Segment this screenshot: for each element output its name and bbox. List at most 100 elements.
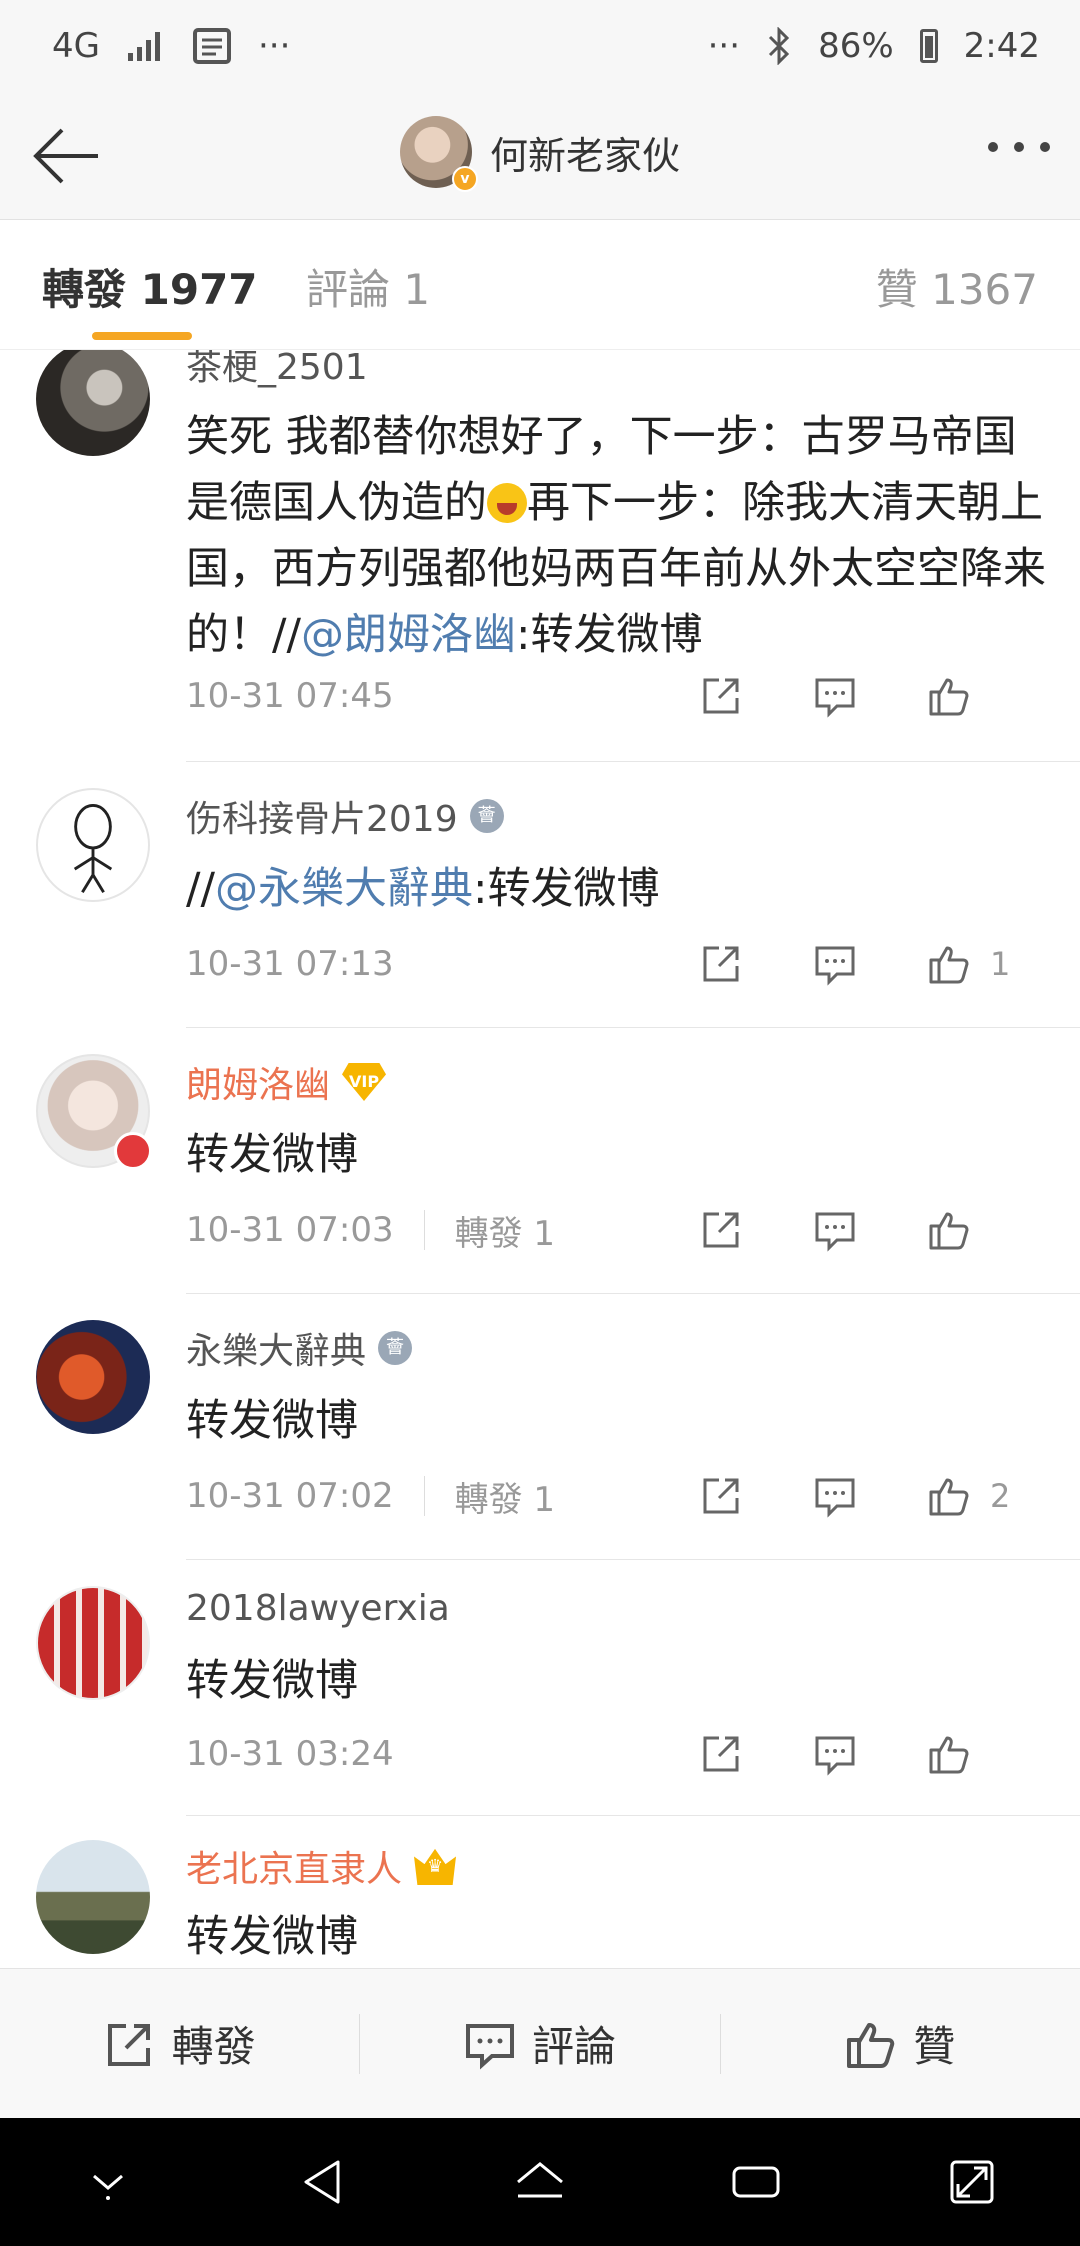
laughing-emoji-icon (487, 483, 527, 523)
share-icon[interactable] (694, 940, 748, 988)
repost-text: 转发微博 (186, 1130, 358, 1180)
vip-badge-icon: VIP (342, 1063, 387, 1101)
repost-button[interactable]: 轉發 (0, 1969, 359, 2118)
repost-list[interactable]: 茶梗_2501 笑死 我都替你想好了，下一步：古罗马帝国是德国人伪造的 再下一步：… (0, 350, 1080, 1968)
item-meta: 10-31 07:02 轉發 1 2 (186, 1472, 1050, 1520)
tab-like[interactable]: 贊 1367 (876, 256, 1038, 317)
hk-flag-badge-icon (114, 1132, 152, 1170)
signal-icon (127, 32, 160, 61)
repost-text: 转发微博 (186, 1656, 358, 1706)
list-item: 永樂大辭典薈 转发微博 10-31 07:02 轉發 1 2 (0, 1294, 1080, 1560)
item-meta: 10-31 03:24 (186, 1730, 1050, 1778)
system-nav-bar (0, 2118, 1080, 2246)
list-item: 老北京直隶人 ♛ 转发微博 (0, 1816, 1080, 1968)
comment-label: 評論 (531, 2022, 616, 2071)
home-nav-icon[interactable] (512, 2154, 568, 2210)
more-options-icon[interactable] (988, 142, 1050, 152)
battery-percent: 86% (818, 26, 894, 66)
like-label: 贊 (913, 2022, 956, 2071)
repost-icon (107, 2023, 150, 2066)
avatar[interactable] (36, 788, 150, 902)
item-actions: 2 (694, 1472, 1020, 1520)
like-icon (847, 2022, 895, 2068)
list-item: 朗姆洛幽 VIP 转发微博 10-31 07:03 轉發 1 (0, 1028, 1080, 1294)
comment-icon[interactable] (808, 940, 862, 988)
repost-label: 轉發 (171, 2022, 256, 2071)
like-icon[interactable] (922, 1472, 976, 1520)
item-actions (694, 1730, 1020, 1778)
list-item: 伤科接骨片2019 薈 //@永樂大辭典:转发微博 10-31 07:13 1 (0, 762, 1080, 1028)
like-icon[interactable] (922, 672, 976, 720)
medal-badge-icon: 薈 (378, 1331, 413, 1365)
expand-icon[interactable] (944, 2154, 1000, 2210)
medal-badge-icon: 薈 (469, 799, 504, 833)
repost-text: //@永樂大辭典:转发微博 (186, 864, 660, 914)
list-item: 茶梗_2501 笑死 我都替你想好了，下一步：古罗马帝国是德国人伪造的 再下一步：… (0, 350, 1080, 762)
avatar[interactable] (36, 1054, 152, 1170)
nav-user[interactable]: v 何新老家伙 (400, 116, 681, 192)
avatar[interactable] (36, 350, 150, 456)
like-icon[interactable] (922, 1730, 976, 1778)
crown-badge-icon: ♛ (414, 1848, 457, 1885)
item-meta: 10-31 07:03 轉發 1 (186, 1206, 1050, 1254)
username[interactable]: 永樂大辭典薈 (186, 1322, 413, 1374)
clock: 2:42 (963, 26, 1040, 66)
hide-keyboard-icon[interactable] (80, 2154, 136, 2210)
page-title: 何新老家伙 (490, 133, 681, 178)
comment-button[interactable]: 評論 (360, 1969, 719, 2118)
username[interactable]: 伤科接骨片2019 薈 (186, 790, 504, 842)
username[interactable]: 茶梗_2501 (186, 350, 368, 390)
repost-count[interactable]: 轉發 1 (455, 1206, 555, 1255)
bottom-action-bar: 轉發 評論 贊 (0, 1968, 1080, 2118)
battery-icon (919, 29, 938, 63)
like-count: 1 (990, 945, 1011, 983)
username[interactable]: 老北京直隶人 ♛ (186, 1840, 457, 1892)
comment-icon[interactable] (808, 672, 862, 720)
avatar[interactable] (36, 1586, 150, 1700)
verified-icon: v (452, 166, 478, 192)
avatar[interactable]: v (400, 116, 478, 192)
username[interactable]: 朗姆洛幽 VIP (186, 1056, 387, 1108)
share-icon[interactable] (694, 672, 748, 720)
like-button[interactable]: 贊 (721, 1969, 1080, 2118)
mention-link[interactable]: @永樂大辭典 (215, 864, 473, 914)
avatar[interactable] (36, 1840, 150, 1954)
tab-bar: 轉發 1977 評論 1 贊 1367 (0, 220, 1080, 350)
like-count: 2 (990, 1477, 1011, 1515)
repost-text: 转发微博 (186, 1396, 358, 1446)
nav-bar: v 何新老家伙 (0, 92, 1080, 220)
repost-count[interactable]: 轉發 1 (455, 1472, 555, 1521)
tab-repost[interactable]: 轉發 1977 (42, 256, 258, 317)
avatar[interactable] (36, 1320, 150, 1434)
tab-comment[interactable]: 評論 1 (306, 256, 430, 317)
share-icon[interactable] (694, 1472, 748, 1520)
username[interactable]: 2018lawyerxia (186, 1588, 450, 1629)
tab-indicator (92, 332, 192, 340)
bluetooth-icon (769, 27, 790, 65)
share-icon[interactable] (694, 1206, 748, 1254)
more-status-right: ··· (707, 26, 741, 66)
comment-icon[interactable] (808, 1206, 862, 1254)
back-nav-icon[interactable] (296, 2154, 352, 2210)
comment-icon[interactable] (808, 1730, 862, 1778)
comment-icon[interactable] (808, 1472, 862, 1520)
back-arrow-icon[interactable] (28, 118, 104, 194)
network-type: 4G (52, 26, 100, 66)
mention-link[interactable]: @朗姆洛幽 (301, 610, 516, 660)
item-meta: 10-31 07:45 (186, 672, 1050, 720)
like-icon[interactable] (922, 1206, 976, 1254)
timestamp: 10-31 07:45 (186, 676, 394, 716)
timestamp: 10-31 07:03 (186, 1210, 394, 1250)
repost-text: 笑死 我都替你想好了，下一步：古罗马帝国是德国人伪造的 再下一步：除我大清天朝上国… (186, 412, 1046, 660)
timestamp: 10-31 07:13 (186, 944, 394, 984)
recent-apps-icon[interactable] (728, 2154, 784, 2210)
news-icon (192, 28, 231, 64)
timestamp: 10-31 07:02 (186, 1476, 394, 1516)
timestamp: 10-31 03:24 (186, 1734, 394, 1774)
share-icon[interactable] (694, 1730, 748, 1778)
item-actions (694, 672, 1020, 720)
repost-text: 转发微博 (186, 1912, 358, 1962)
more-status-left: ··· (257, 26, 291, 66)
like-icon[interactable] (922, 940, 976, 988)
item-meta: 10-31 07:13 1 (186, 940, 1050, 988)
